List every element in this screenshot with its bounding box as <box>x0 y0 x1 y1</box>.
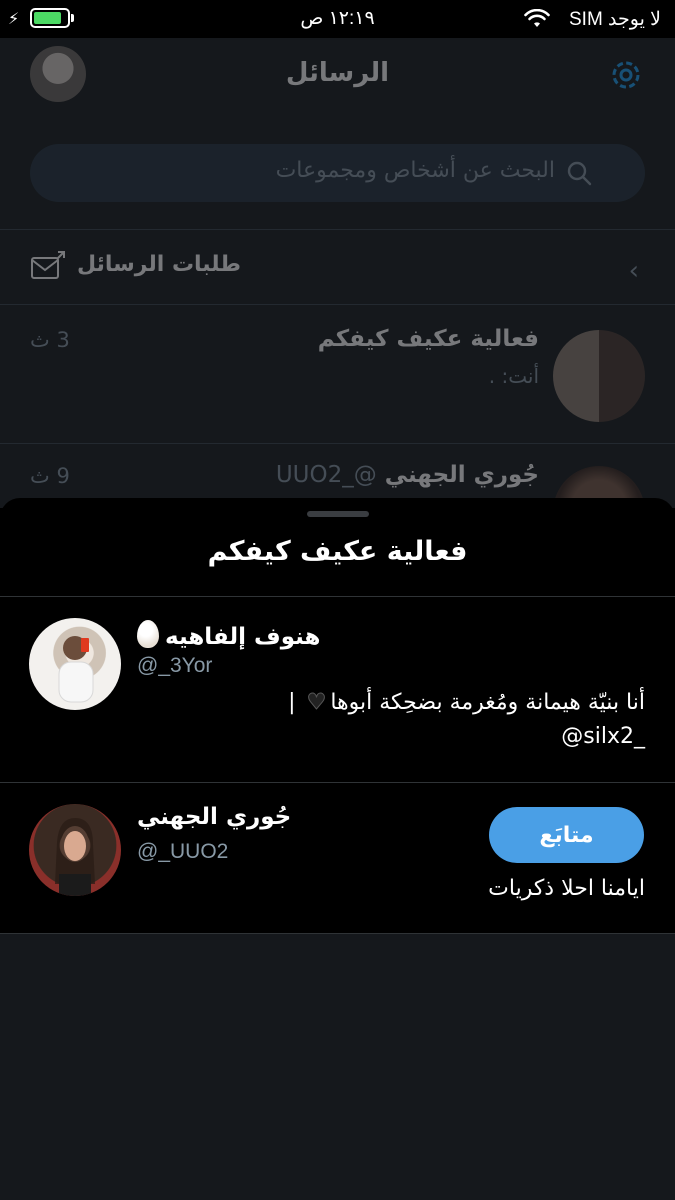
member-name-text: هنوف إلفاهيه <box>165 624 321 650</box>
chevron-left-icon: ‹ <box>628 256 639 286</box>
search-icon <box>567 161 592 186</box>
search-placeholder: البحث عن أشخاص ومجموعات <box>275 158 555 183</box>
page-title: الرسائل <box>285 58 390 88</box>
gear-icon[interactable] <box>607 56 645 94</box>
conversation-name[interactable]: جُوري الجهني @_UUO2 <box>276 462 539 488</box>
member-handle: @_3Yor <box>137 654 213 677</box>
member-bio-suffix: | <box>288 690 296 715</box>
wifi-icon <box>524 9 550 27</box>
member-name[interactable]: جُوري الجهني <box>137 804 291 830</box>
divider <box>0 782 675 783</box>
sheet-grabber[interactable] <box>307 511 369 517</box>
egg-emoji-icon <box>137 620 159 648</box>
conversation-avatar[interactable] <box>553 330 645 422</box>
member-avatar[interactable] <box>29 804 121 896</box>
member-bio-line: أنا بنيّة هيمانة ومُغرمة بضحِكة أبوها♥ | <box>288 686 645 720</box>
sheet-title: فعالية عكيف كيفكم <box>207 536 468 567</box>
conversation-handle: @_UUO2 <box>275 462 377 488</box>
person-photo <box>55 818 95 896</box>
search-bar[interactable]: البحث عن أشخاص ومجموعات <box>30 144 645 202</box>
following-button[interactable]: متابَع <box>489 807 644 863</box>
member-bio-mention[interactable]: @silx2_ <box>288 720 645 754</box>
conversation-name-text: جُوري الجهني <box>384 462 539 488</box>
black-heart-icon: ♥ <box>306 690 327 716</box>
member-bio: ايامنا احلا ذكريات <box>488 876 645 901</box>
mail-request-icon[interactable] <box>30 250 66 282</box>
status-bar: ⚡ ١٢:١٩ ص لا يوجد SIM <box>0 0 675 38</box>
messages-screen: الرسائل البحث عن أشخاص ومجموعات طلبات ال… <box>0 38 675 558</box>
divider <box>0 229 675 230</box>
member-avatar[interactable] <box>29 618 121 710</box>
carrier-label: لا يوجد SIM <box>569 9 661 30</box>
member-name[interactable]: هنوف إلفاهيه <box>137 620 320 650</box>
empty-area <box>0 934 675 1200</box>
divider <box>0 596 675 597</box>
divider <box>0 304 675 305</box>
conversation-time: 9 ث <box>30 464 70 488</box>
message-requests-label[interactable]: طلبات الرسائل <box>77 252 241 277</box>
conversation-time: 3 ث <box>30 328 70 352</box>
divider <box>0 443 675 444</box>
conversation-name[interactable]: فعالية عكيف كيفكم <box>318 326 539 352</box>
conversation-preview: أنت: . <box>488 364 539 388</box>
group-members-sheet: فعالية عكيف كيفكم هنوف إلفاهيه @_3Yor أن… <box>0 498 675 1200</box>
person-photo <box>58 636 94 703</box>
member-handle: @_UUO2 <box>137 840 229 863</box>
member-bio-text: أنا بنيّة هيمانة ومُغرمة بضحِكة أبوها <box>330 690 645 715</box>
member-bio: أنا بنيّة هيمانة ومُغرمة بضحِكة أبوها♥ |… <box>288 686 645 754</box>
